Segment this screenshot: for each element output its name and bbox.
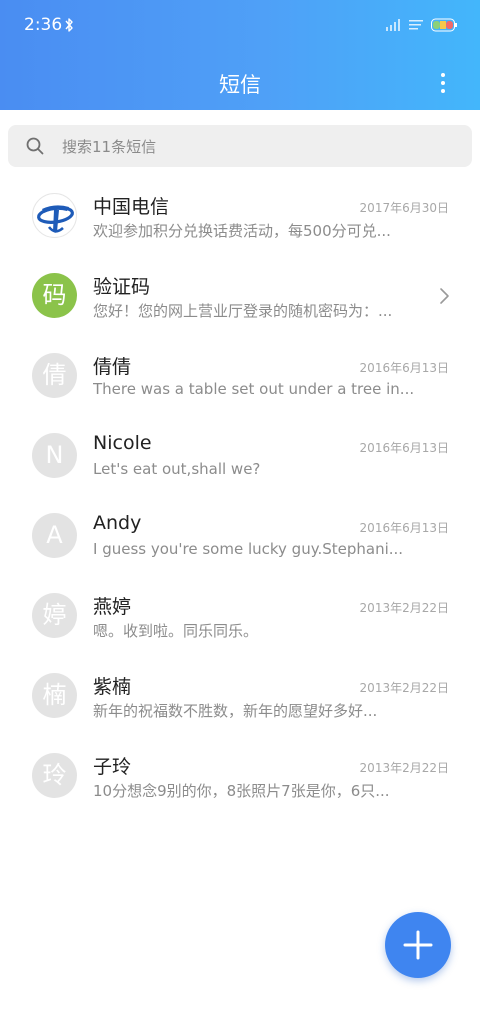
contact-name: Nicole — [93, 432, 152, 454]
search-placeholder: 搜索11条短信 — [62, 138, 157, 156]
message-preview: 10分想念9别的你，8张照片7张是你，6只... — [93, 782, 390, 800]
avatar: 玲 — [32, 753, 77, 798]
plus-icon — [403, 930, 433, 960]
list-item[interactable]: 码 验证码 您好！您的网上营业厅登录的随机密码为：... — [0, 255, 480, 335]
contact-name: Andy — [93, 512, 142, 534]
message-preview: 您好！您的网上营业厅登录的随机密码为：... — [93, 302, 393, 320]
list-item[interactable]: 中国电信 2017年6月30日 欢迎参加积分兑换话费活动，每500分可兑... — [0, 175, 480, 255]
app-header: 2:36 短信 — [0, 0, 480, 110]
avatar: 倩 — [32, 353, 77, 398]
contact-name: 中国电信 — [93, 196, 170, 218]
status-time: 2:36 — [24, 15, 63, 35]
contact-name: 燕婷 — [93, 596, 132, 618]
list-item[interactable]: 婷 燕婷 2013年2月22日 嗯。收到啦。同乐同乐。 — [0, 575, 480, 655]
list-item[interactable]: 楠 紫楠 2013年2月22日 新年的祝福数不胜数，新年的愿望好多好... — [0, 655, 480, 735]
avatar: A — [32, 513, 77, 558]
list-item[interactable]: 玲 子玲 2013年2月22日 10分想念9别的你，8张照片7张是你，6只... — [0, 735, 480, 815]
message-preview: 欢迎参加积分兑换话费活动，每500分可兑... — [93, 222, 391, 240]
avatar: 楠 — [32, 673, 77, 718]
china-telecom-logo — [32, 193, 77, 238]
message-date: 2013年2月22日 — [359, 761, 449, 775]
page-title: 短信 — [219, 73, 261, 97]
conversation-list: 中国电信 2017年6月30日 欢迎参加积分兑换话费活动，每500分可兑... … — [0, 175, 480, 815]
message-preview: There was a table set out under a tree i… — [93, 380, 413, 398]
message-date: 2016年6月13日 — [359, 521, 449, 535]
bluetooth-icon — [65, 18, 73, 32]
contact-name: 紫楠 — [93, 676, 132, 698]
contact-name: 验证码 — [93, 276, 151, 298]
message-preview: 嗯。收到啦。同乐同乐。 — [93, 622, 259, 640]
avatar: N — [32, 433, 77, 478]
message-date: 2013年2月22日 — [359, 601, 449, 615]
message-preview: 新年的祝福数不胜数，新年的愿望好多好... — [93, 702, 378, 720]
message-date: 2016年6月13日 — [359, 361, 449, 375]
list-item[interactable]: N Nicole 2016年6月13日 Let's eat out,shall … — [0, 415, 480, 495]
avatar: 婷 — [32, 593, 77, 638]
battery-icon — [431, 18, 457, 32]
message-date: 2017年6月30日 — [359, 201, 449, 215]
new-message-button[interactable] — [385, 912, 451, 978]
message-preview: Let's eat out,shall we? — [93, 460, 261, 478]
contact-name: 子玲 — [93, 756, 132, 778]
search-input[interactable]: 搜索11条短信 — [8, 125, 472, 167]
avatar: 码 — [32, 273, 77, 318]
message-date: 2016年6月13日 — [359, 441, 449, 455]
message-preview: I guess you're some lucky guy.Stephani..… — [93, 540, 404, 558]
list-item[interactable]: A Andy 2016年6月13日 I guess you're some lu… — [0, 495, 480, 575]
contact-name: 倩倩 — [93, 356, 132, 378]
status-bar: 2:36 — [0, 0, 480, 52]
message-date: 2013年2月22日 — [359, 681, 449, 695]
wifi-icon — [409, 20, 423, 30]
more-icon[interactable] — [432, 70, 454, 96]
signal-icon — [386, 19, 400, 31]
chevron-right-icon — [440, 288, 449, 304]
search-icon — [26, 137, 44, 155]
list-item[interactable]: 倩 倩倩 2016年6月13日 There was a table set ou… — [0, 335, 480, 415]
